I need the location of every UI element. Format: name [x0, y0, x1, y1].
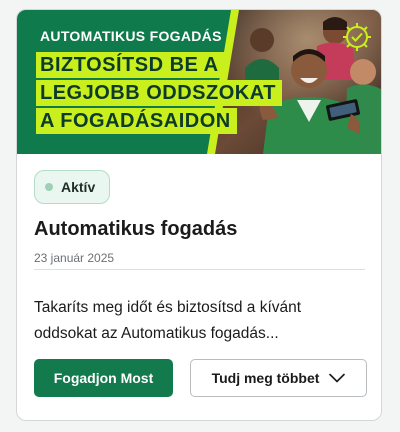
- card-title[interactable]: Automatikus fogadás: [34, 218, 237, 241]
- divider: [34, 269, 365, 270]
- headline-line: BIZTOSÍTSD BE A: [36, 52, 225, 78]
- learn-more-label: Tudj meg többet: [211, 370, 320, 386]
- promo-card: AUTOMATIKUS FOGADÁS BIZTOSÍTSD BE A LEGJ…: [16, 9, 382, 421]
- status-badge: Aktív: [34, 170, 111, 204]
- headline-line: A FOGADÁSAIDON: [36, 108, 237, 134]
- bet-now-label: Fogadjon Most: [53, 370, 154, 386]
- banner-headline: BIZTOSÍTSD BE A LEGJOBB ODDSZOKAT A FOGA…: [36, 52, 282, 136]
- chevron-down-icon: [329, 373, 346, 383]
- status-label: Aktív: [61, 179, 96, 195]
- status-dot-icon: [45, 183, 53, 191]
- card-description: Takaríts meg időt és biztosítsd a kívánt…: [34, 299, 302, 342]
- promo-banner[interactable]: AUTOMATIKUS FOGADÁS BIZTOSÍTSD BE A LEGJ…: [17, 10, 381, 154]
- publish-date: 23 január 2025: [34, 251, 115, 265]
- gear-check-icon: [343, 23, 371, 51]
- banner-eyebrow: AUTOMATIKUS FOGADÁS: [40, 28, 222, 44]
- learn-more-button[interactable]: Tudj meg többet: [190, 359, 367, 397]
- bet-now-button[interactable]: Fogadjon Most: [34, 359, 173, 397]
- headline-line: LEGJOBB ODDSZOKAT: [36, 80, 282, 106]
